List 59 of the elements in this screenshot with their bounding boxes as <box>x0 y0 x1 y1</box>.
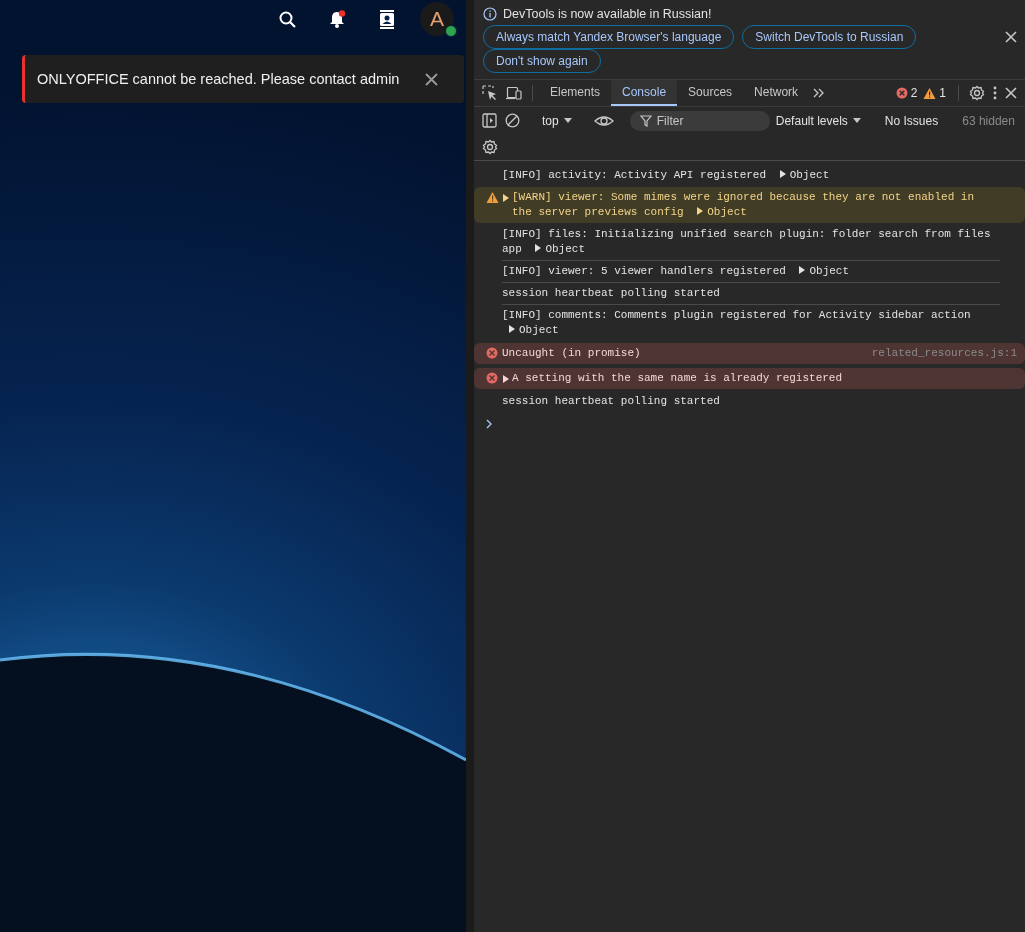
error-icon <box>486 347 498 359</box>
object-link[interactable]: Object <box>792 265 850 277</box>
expand-caret-icon[interactable] <box>798 265 807 275</box>
toast-message: ONLYOFFICE cannot be reached. Please contact admin <box>37 71 401 87</box>
log-message: Uncaught (in promise) <box>502 346 642 361</box>
filter-icon <box>639 114 652 127</box>
warning-count-badge[interactable]: 1 <box>923 86 946 100</box>
prompt-caret-icon[interactable] <box>486 419 493 429</box>
warning-count: 1 <box>939 86 946 100</box>
banner-message: DevTools is now available in Russian! <box>503 7 712 21</box>
object-link[interactable]: Object <box>528 243 586 255</box>
info-icon <box>483 7 497 21</box>
search-icon <box>278 10 296 28</box>
error-icon <box>486 372 498 384</box>
log-levels-dropdown[interactable]: Default levels <box>769 113 867 128</box>
warning-icon <box>923 86 937 100</box>
clear-console-icon[interactable] <box>505 113 520 128</box>
close-icon[interactable] <box>1005 87 1017 99</box>
error-icon <box>895 87 908 99</box>
close-icon[interactable] <box>425 72 438 86</box>
sidebar-toggle-icon[interactable] <box>482 113 497 128</box>
context-dropdown[interactable]: top <box>536 113 578 128</box>
log-message: [INFO] comments: Comments plugin registered for Activity sidebar action Object <box>502 308 972 338</box>
log-message: [WARN] viewer: Some mimes were ignored because they are not enabled in the server previews config Object <box>512 190 976 220</box>
contact-card-icon <box>379 9 395 29</box>
expand-caret-icon[interactable] <box>508 324 516 334</box>
panel-tab[interactable]: Elements <box>539 80 612 106</box>
panel-tab[interactable]: Sources <box>677 80 744 106</box>
panel-tab[interactable]: Network <box>743 80 810 106</box>
dropdown-caret-icon <box>563 118 572 123</box>
object-link[interactable]: Object <box>772 169 830 181</box>
error-count: 2 <box>910 86 918 100</box>
log-message: [INFO] viewer: 5 viewer handlers registered Object <box>502 264 851 279</box>
expand-caret-icon[interactable] <box>502 193 510 203</box>
dropdown-caret-icon <box>852 118 861 123</box>
log-message: session heartbeat polling started <box>502 394 721 409</box>
object-link[interactable]: Object <box>690 206 747 218</box>
object-link[interactable]: Object <box>502 324 559 336</box>
expand-caret-icon[interactable] <box>534 243 543 253</box>
log-message: session heartbeat polling started <box>502 286 721 301</box>
device-toggle-icon[interactable] <box>506 85 522 101</box>
issues-link[interactable]: No Issues <box>878 113 945 128</box>
hidden-count: 63 hidden <box>961 113 1016 128</box>
expand-caret-icon[interactable] <box>696 206 705 216</box>
more-options-icon[interactable] <box>993 86 997 100</box>
warning-icon <box>486 191 499 204</box>
settings-icon[interactable] <box>969 85 985 101</box>
settings-icon[interactable] <box>482 139 498 155</box>
expand-caret-icon[interactable] <box>778 169 787 179</box>
inspect-element-icon[interactable] <box>482 85 498 101</box>
log-message: [INFO] files: Initializing unified search plugin: folder search from files app Object <box>502 227 992 257</box>
log-message: A setting with the same name is already registered <box>512 371 844 386</box>
panel-tab[interactable]: Console <box>611 80 678 106</box>
filter-field[interactable]: Filter <box>629 110 770 131</box>
expand-caret-icon[interactable] <box>502 374 510 384</box>
error-count-badge[interactable]: 2 <box>895 86 918 100</box>
more-tabs-icon[interactable] <box>813 87 825 99</box>
close-icon[interactable] <box>1005 31 1017 43</box>
log-message: [INFO] activity: Activity API registered Object <box>502 168 831 183</box>
